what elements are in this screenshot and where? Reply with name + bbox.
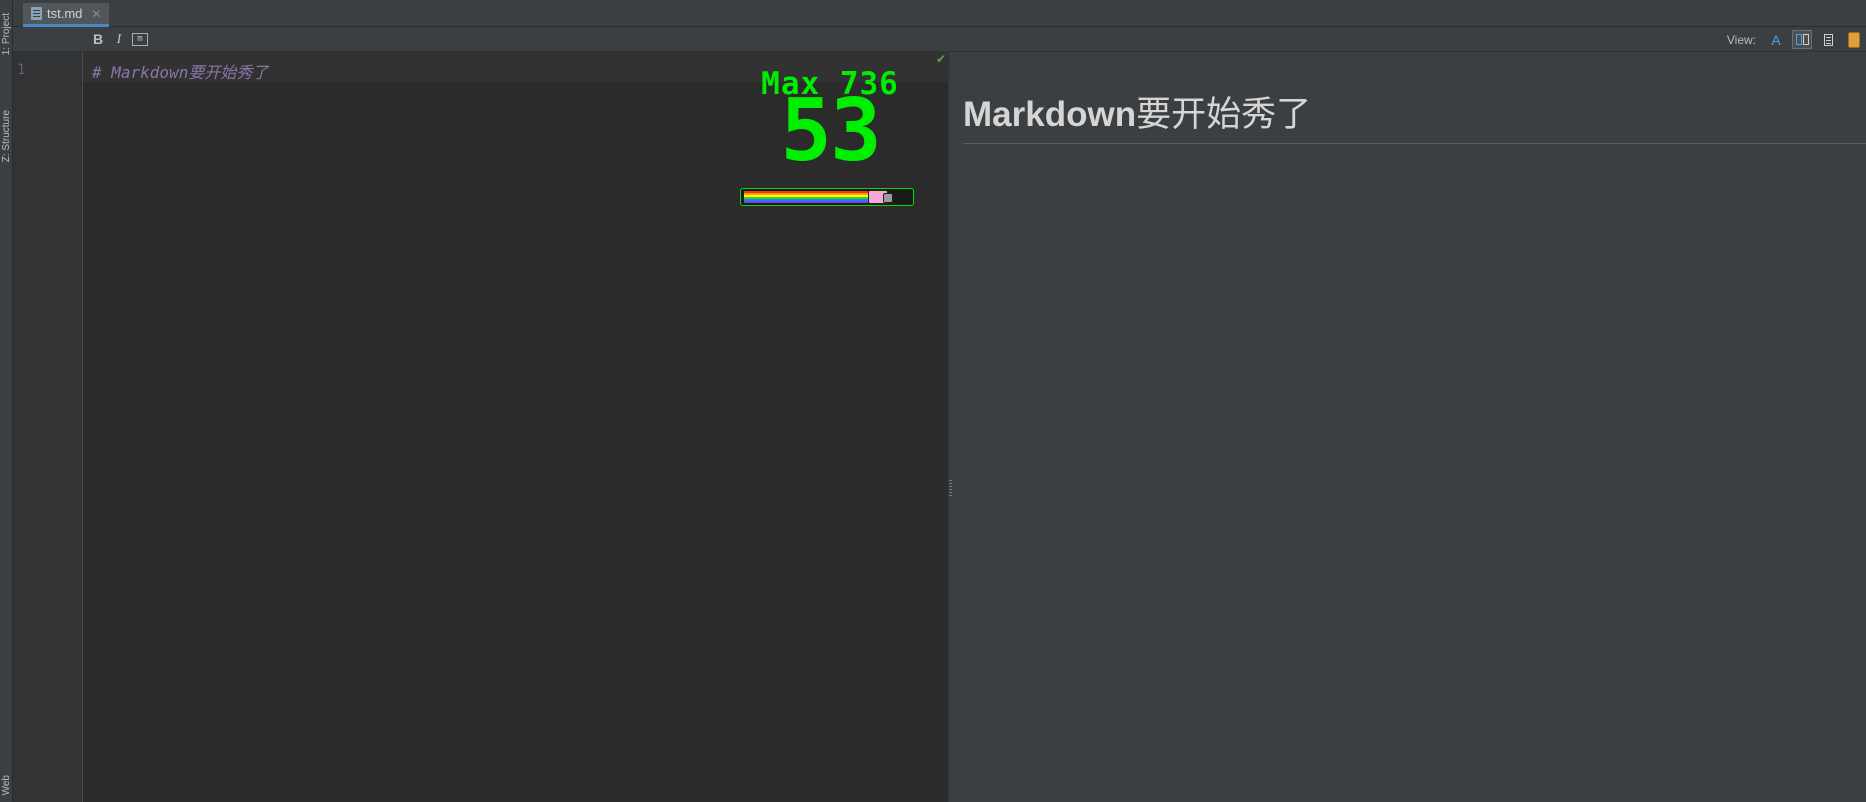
close-icon[interactable]: ✕ bbox=[91, 7, 101, 21]
preview-settings-button[interactable] bbox=[1844, 30, 1864, 49]
view-label: View: bbox=[1726, 32, 1756, 47]
power-mode-combo: Max 736 53 bbox=[740, 68, 920, 206]
split-view-button[interactable] bbox=[1792, 30, 1812, 49]
tool-window-strip: 1: Project Z: Structure Web bbox=[0, 0, 13, 802]
editor-tab-bar: tst.md ✕ bbox=[13, 0, 1866, 27]
tab-label: tst.md bbox=[47, 6, 83, 21]
structure-tool-tab[interactable]: Z: Structure bbox=[0, 96, 13, 176]
italic-button[interactable]: I bbox=[111, 31, 127, 48]
web-tool-tab[interactable]: Web bbox=[0, 770, 13, 800]
preview-only-view-button[interactable] bbox=[1818, 30, 1838, 49]
split-view-icon bbox=[1795, 34, 1809, 45]
markdown-preview: Markdown要开始秀了 bbox=[952, 52, 1866, 802]
settings-icon bbox=[1848, 31, 1860, 48]
combo-progress-fill bbox=[744, 191, 885, 203]
line-number-gutter: 1 bbox=[13, 52, 83, 802]
bold-button[interactable]: B bbox=[90, 31, 106, 48]
tab-tst-md[interactable]: tst.md ✕ bbox=[23, 3, 110, 27]
project-tab-label: 1: Project bbox=[1, 12, 12, 56]
structure-tab-label: Z: Structure bbox=[1, 109, 12, 163]
code-button[interactable]: m bbox=[132, 33, 148, 46]
markdown-editor[interactable]: # Markdown要开始秀了 ✔ Max 736 53 bbox=[83, 52, 949, 802]
view-mode-group: View: A bbox=[1727, 27, 1866, 52]
preview-heading-latin: Markdown bbox=[963, 95, 1137, 134]
editor-only-view-button[interactable]: A bbox=[1766, 30, 1786, 49]
heading-rule bbox=[963, 143, 1866, 144]
web-tab-label: Web bbox=[1, 774, 12, 796]
preview-heading-cjk: 要开始秀了 bbox=[1136, 95, 1312, 135]
combo-progress-bar bbox=[740, 188, 914, 206]
project-tool-tab[interactable]: 1: Project bbox=[0, 4, 13, 64]
inspection-ok-icon: ✔ bbox=[935, 52, 946, 66]
markdown-file-icon bbox=[31, 7, 42, 20]
editor-line-1[interactable]: # Markdown要开始秀了 bbox=[92, 59, 268, 83]
line-number: 1 bbox=[17, 62, 26, 78]
editor-view-icon: A bbox=[1771, 31, 1781, 48]
preview-heading: Markdown要开始秀了 bbox=[963, 86, 1311, 137]
nyan-cat-icon bbox=[868, 190, 893, 204]
combo-count: 53 bbox=[780, 81, 882, 181]
markdown-toolbar: B I m View: A bbox=[13, 27, 1866, 52]
preview-view-icon bbox=[1823, 33, 1833, 46]
